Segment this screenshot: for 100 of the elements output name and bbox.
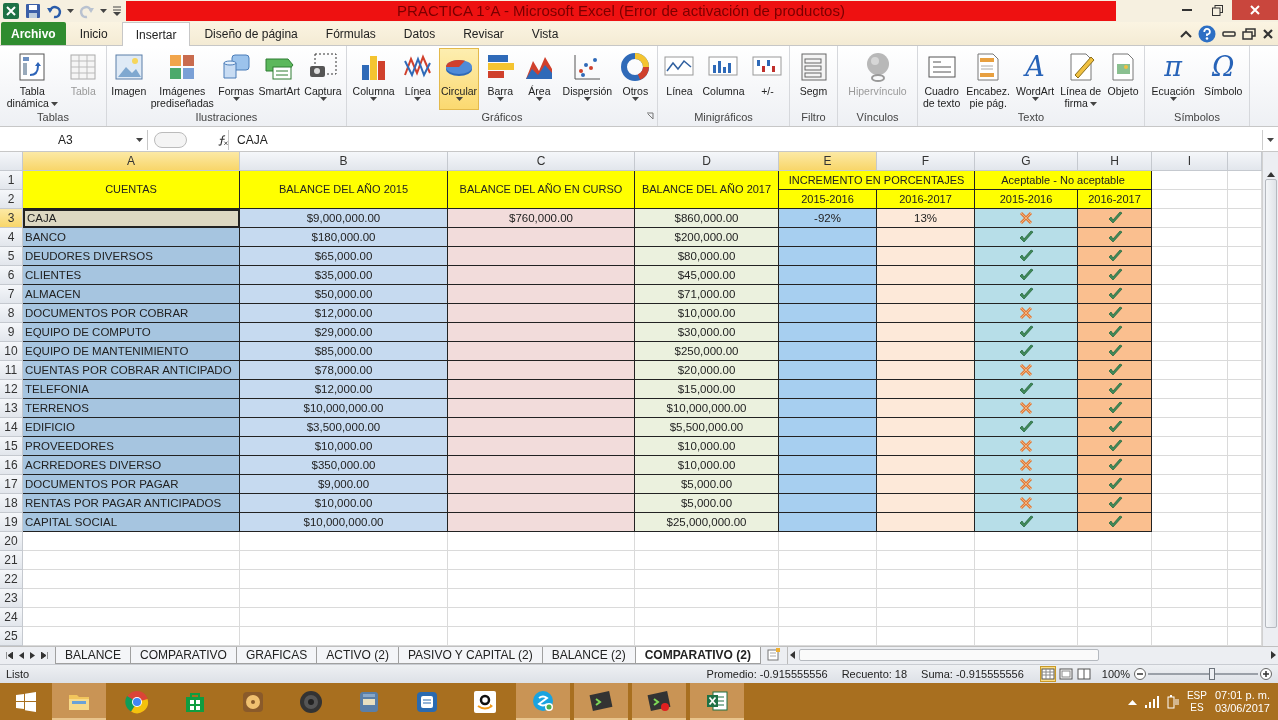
table-cell[interactable] xyxy=(779,626,877,646)
help-icon[interactable] xyxy=(1198,25,1216,43)
table-cell[interactable] xyxy=(1152,208,1228,228)
ribbon-button[interactable]: Cuadro de texto xyxy=(920,48,963,110)
file-tab[interactable]: Archivo xyxy=(1,22,66,45)
ribbon-button[interactable]: Área xyxy=(521,48,558,110)
table-cell[interactable] xyxy=(1152,379,1228,399)
ribbon-tab[interactable]: Insertar xyxy=(121,22,191,46)
table-cell[interactable] xyxy=(1152,360,1228,380)
table-cell[interactable] xyxy=(1152,341,1228,361)
table-cell[interactable] xyxy=(1078,531,1152,551)
table-cell[interactable] xyxy=(877,531,975,551)
customize-menu-icon[interactable] xyxy=(112,4,122,18)
name-box[interactable]: A3 xyxy=(0,129,148,150)
view-button[interactable] xyxy=(1075,665,1092,682)
table-cell[interactable] xyxy=(1152,322,1228,342)
ribbon-button[interactable]: Tabla dinámica xyxy=(4,48,60,110)
dialog-launcher-icon[interactable] xyxy=(646,112,654,120)
table-cell[interactable] xyxy=(23,569,240,589)
table-cell[interactable] xyxy=(448,531,635,551)
next-sheet-icon[interactable] xyxy=(30,651,35,659)
table-cell[interactable] xyxy=(1152,284,1228,304)
sheet-tab[interactable]: BALANCE xyxy=(55,646,132,664)
table-cell[interactable] xyxy=(1152,189,1228,209)
table-cell[interactable] xyxy=(877,569,975,589)
close-button[interactable] xyxy=(1232,0,1278,20)
table-cell[interactable] xyxy=(779,550,877,570)
table-cell[interactable] xyxy=(1152,246,1228,266)
ribbon-tab[interactable]: Revisar xyxy=(449,22,518,45)
table-cell[interactable] xyxy=(240,531,448,551)
zoom-level[interactable]: 100% xyxy=(1101,667,1130,680)
table-cell[interactable] xyxy=(635,607,779,627)
table-cell[interactable] xyxy=(1152,607,1228,627)
table-cell[interactable] xyxy=(975,569,1078,589)
ribbon-button[interactable]: Barra xyxy=(482,48,519,110)
vertical-scrollbar[interactable] xyxy=(1262,151,1278,646)
table-cell[interactable] xyxy=(448,550,635,570)
table-cell[interactable] xyxy=(1152,550,1228,570)
ribbon-button[interactable]: +/- xyxy=(749,48,786,110)
table-cell[interactable] xyxy=(779,569,877,589)
scroll-thumb[interactable] xyxy=(1264,178,1277,628)
table-cell[interactable] xyxy=(779,531,877,551)
table-cell[interactable] xyxy=(1152,265,1228,285)
table-cell[interactable] xyxy=(23,550,240,570)
ribbon-tab[interactable]: Diseño de página xyxy=(190,22,312,45)
table-cell[interactable] xyxy=(1078,588,1152,608)
table-cell[interactable] xyxy=(1078,569,1152,589)
function-icon[interactable] xyxy=(216,132,228,147)
sheet-tab[interactable]: PASIVO Y CAPITAL (2) xyxy=(397,646,543,664)
table-cell[interactable] xyxy=(779,607,877,627)
ribbon-button[interactable]: Dispersión xyxy=(560,48,615,110)
ribbon-button[interactable]: Objeto xyxy=(1105,48,1141,110)
table-cell[interactable] xyxy=(1078,626,1152,646)
table-cell[interactable] xyxy=(975,626,1078,646)
table-cell[interactable] xyxy=(635,626,779,646)
taskbar-button[interactable] xyxy=(574,683,628,720)
table-cell[interactable] xyxy=(779,588,877,608)
ribbon-button[interactable]: Línea de firma xyxy=(1058,48,1104,110)
table-cell[interactable] xyxy=(23,626,240,646)
ribbon-button[interactable]: Línea xyxy=(661,48,698,110)
restore-icon[interactable] xyxy=(1242,28,1256,40)
table-cell[interactable] xyxy=(1078,550,1152,570)
table-cell[interactable] xyxy=(975,607,1078,627)
ribbon-tab[interactable]: Datos xyxy=(389,22,450,45)
table-cell[interactable] xyxy=(635,588,779,608)
sheet-tab[interactable]: COMPARATIVO (2) xyxy=(634,646,761,664)
close-icon[interactable] xyxy=(1262,28,1274,40)
sheet-tab[interactable]: GRAFICAS xyxy=(235,646,318,664)
table-cell[interactable] xyxy=(877,607,975,627)
ribbon-button[interactable]: Imagen xyxy=(109,48,149,110)
ribbon-button[interactable]: π Ecuación xyxy=(1149,48,1197,110)
table-cell[interactable] xyxy=(448,607,635,627)
ribbon-tab[interactable]: Fórmulas xyxy=(311,22,390,45)
sheet-tab[interactable]: ACTIVO (2) xyxy=(316,646,399,664)
ribbon-button[interactable]: SmartArt xyxy=(256,48,302,110)
battery-plug-icon[interactable] xyxy=(1166,694,1179,709)
undo-icon[interactable] xyxy=(46,3,62,19)
ribbon-button[interactable]: Captura xyxy=(302,48,344,110)
previous-sheet-icon[interactable] xyxy=(19,651,24,659)
table-cell[interactable] xyxy=(240,569,448,589)
table-cell[interactable] xyxy=(1152,303,1228,323)
splitter-handle[interactable] xyxy=(154,131,187,148)
table-cell[interactable] xyxy=(23,588,240,608)
ribbon-tab[interactable]: Inicio xyxy=(65,22,122,45)
table-cell[interactable] xyxy=(240,607,448,627)
formula-field[interactable]: CAJA xyxy=(228,129,1262,150)
table-cell[interactable] xyxy=(975,550,1078,570)
table-cell[interactable] xyxy=(975,531,1078,551)
table-cell[interactable] xyxy=(635,550,779,570)
table-cell[interactable] xyxy=(877,588,975,608)
table-cell[interactable] xyxy=(240,626,448,646)
tray-expand-icon[interactable] xyxy=(1127,698,1137,705)
scroll-thumb[interactable] xyxy=(798,649,1099,662)
table-cell[interactable] xyxy=(448,569,635,589)
ribbon-button[interactable]: Formas xyxy=(216,48,256,110)
table-cell[interactable] xyxy=(23,531,240,551)
language-indicator[interactable]: ESP ES xyxy=(1186,689,1207,714)
table-cell[interactable] xyxy=(975,588,1078,608)
table-cell[interactable] xyxy=(1078,607,1152,627)
ribbon-button[interactable]: Encabez. pie pág. xyxy=(964,48,1013,110)
